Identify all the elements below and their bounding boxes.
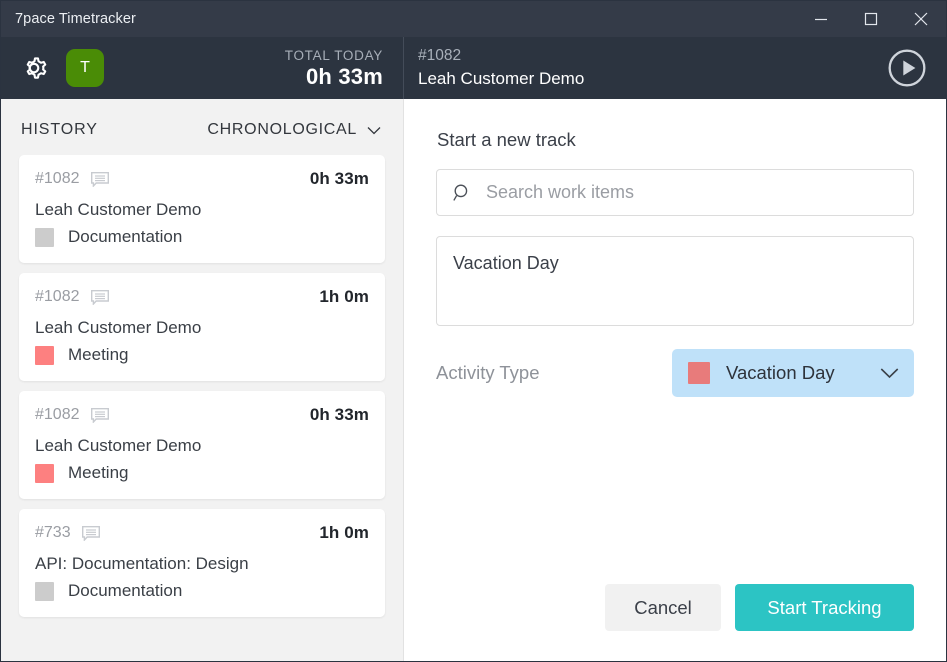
history-card-title: Leah Customer Demo <box>35 436 202 455</box>
header-right-section: #1082 Leah Customer Demo <box>404 37 946 99</box>
chevron-down-icon <box>367 126 381 134</box>
history-card-id: #733 <box>35 524 71 541</box>
new-track-panel: Start a new track Search work items Vaca… <box>404 99 946 661</box>
minimize-button[interactable] <box>796 1 846 37</box>
history-card-duration: 1h 0m <box>319 287 369 306</box>
maximize-icon <box>864 12 878 26</box>
current-work-item-title: Leah Customer Demo <box>418 69 585 88</box>
close-button[interactable] <box>896 1 946 37</box>
history-card-top: #1082 1h 0m <box>35 287 369 307</box>
window-title: 7pace Timetracker <box>15 11 136 27</box>
history-card-activity-label: Meeting <box>68 345 129 364</box>
history-card-duration: 1h 0m <box>319 523 369 542</box>
history-card-title: API: Documentation: Design <box>35 554 249 573</box>
total-today-block: TOTAL TODAY 0h 33m <box>285 47 387 90</box>
app-body: HISTORY CHRONOLOGICAL #1082 0h 33m Leah … <box>1 99 946 661</box>
comment-icon <box>90 289 109 305</box>
history-list: #1082 0h 33m Leah Customer Demo Document… <box>1 155 403 661</box>
minimize-icon <box>815 18 827 21</box>
history-header: HISTORY CHRONOLOGICAL <box>1 99 403 155</box>
activity-type-select[interactable]: Vacation Day <box>672 349 914 397</box>
avatar-initial: T <box>80 59 90 76</box>
history-card-id: #1082 <box>35 170 80 187</box>
cancel-button[interactable]: Cancel <box>605 584 721 631</box>
history-card-top: #1082 0h 33m <box>35 169 369 189</box>
activity-color-swatch <box>35 227 54 247</box>
activity-color-swatch <box>35 581 54 601</box>
history-card-title: Leah Customer Demo <box>35 200 202 219</box>
history-card-activity: Meeting <box>35 463 369 483</box>
history-card-activity-label: Meeting <box>68 463 129 482</box>
form-actions: Cancel Start Tracking <box>605 584 914 631</box>
window-titlebar: 7pace Timetracker <box>1 1 946 37</box>
current-work-item: #1082 Leah Customer Demo <box>418 45 584 91</box>
comment-icon <box>90 407 109 423</box>
history-card-duration: 0h 33m <box>309 405 369 424</box>
search-work-items-field[interactable]: Search work items <box>436 169 914 216</box>
history-title: HISTORY <box>21 121 98 138</box>
history-card[interactable]: #733 1h 0m API: Documentation: Design Do… <box>19 509 385 617</box>
activity-type-row: Activity Type Vacation Day <box>436 349 914 397</box>
history-card[interactable]: #1082 0h 33m Leah Customer Demo Document… <box>19 155 385 263</box>
total-today-value: 0h 33m <box>305 63 383 89</box>
header-left-section: T TOTAL TODAY 0h 33m <box>1 37 404 99</box>
history-card-activity-label: Documentation <box>68 581 183 600</box>
current-work-item-id: #1082 <box>418 47 462 64</box>
activity-color-swatch <box>688 362 710 384</box>
chevron-down-icon <box>880 368 899 379</box>
history-card-activity: Documentation <box>35 227 369 247</box>
comment-icon <box>81 525 100 541</box>
activity-color-swatch <box>35 345 54 365</box>
avatar[interactable]: T <box>66 49 104 87</box>
history-card-duration: 0h 33m <box>309 169 369 188</box>
history-card-top: #1082 0h 33m <box>35 405 369 425</box>
window-controls <box>796 1 946 37</box>
activity-type-value: Vacation Day <box>726 362 835 383</box>
history-card-top: #733 1h 0m <box>35 523 369 543</box>
search-input-placeholder: Search work items <box>486 182 635 202</box>
notes-textarea[interactable]: Vacation Day <box>436 236 914 326</box>
history-card[interactable]: #1082 0h 33m Leah Customer Demo Meeting <box>19 391 385 499</box>
history-card-activity: Documentation <box>35 581 369 601</box>
comment-icon <box>90 171 109 187</box>
app-window: 7pace Timetracker T TOTAL TODAY 0h 33m #… <box>0 0 947 662</box>
history-panel: HISTORY CHRONOLOGICAL #1082 0h 33m Leah … <box>1 99 404 661</box>
history-card-id: #1082 <box>35 288 80 305</box>
gear-icon[interactable] <box>19 53 49 83</box>
history-card-id: #1082 <box>35 406 80 423</box>
close-icon <box>914 12 928 26</box>
history-sort-label: CHRONOLOGICAL <box>207 121 357 138</box>
history-sort-dropdown[interactable]: CHRONOLOGICAL <box>207 121 381 139</box>
search-icon <box>453 184 468 201</box>
history-card-title: Leah Customer Demo <box>35 318 202 337</box>
total-today-label: TOTAL TODAY <box>284 47 383 63</box>
play-circle-icon[interactable] <box>886 47 928 89</box>
form-heading: Start a new track <box>437 129 576 150</box>
start-tracking-button[interactable]: Start Tracking <box>735 584 914 631</box>
notes-value: Vacation Day <box>453 253 559 273</box>
maximize-button[interactable] <box>846 1 896 37</box>
history-card-activity: Meeting <box>35 345 369 365</box>
history-card-activity-label: Documentation <box>68 227 183 246</box>
app-header: T TOTAL TODAY 0h 33m #1082 Leah Customer… <box>1 37 946 99</box>
history-card[interactable]: #1082 1h 0m Leah Customer Demo Meeting <box>19 273 385 381</box>
activity-type-label: Activity Type <box>436 362 540 383</box>
activity-color-swatch <box>35 463 54 483</box>
